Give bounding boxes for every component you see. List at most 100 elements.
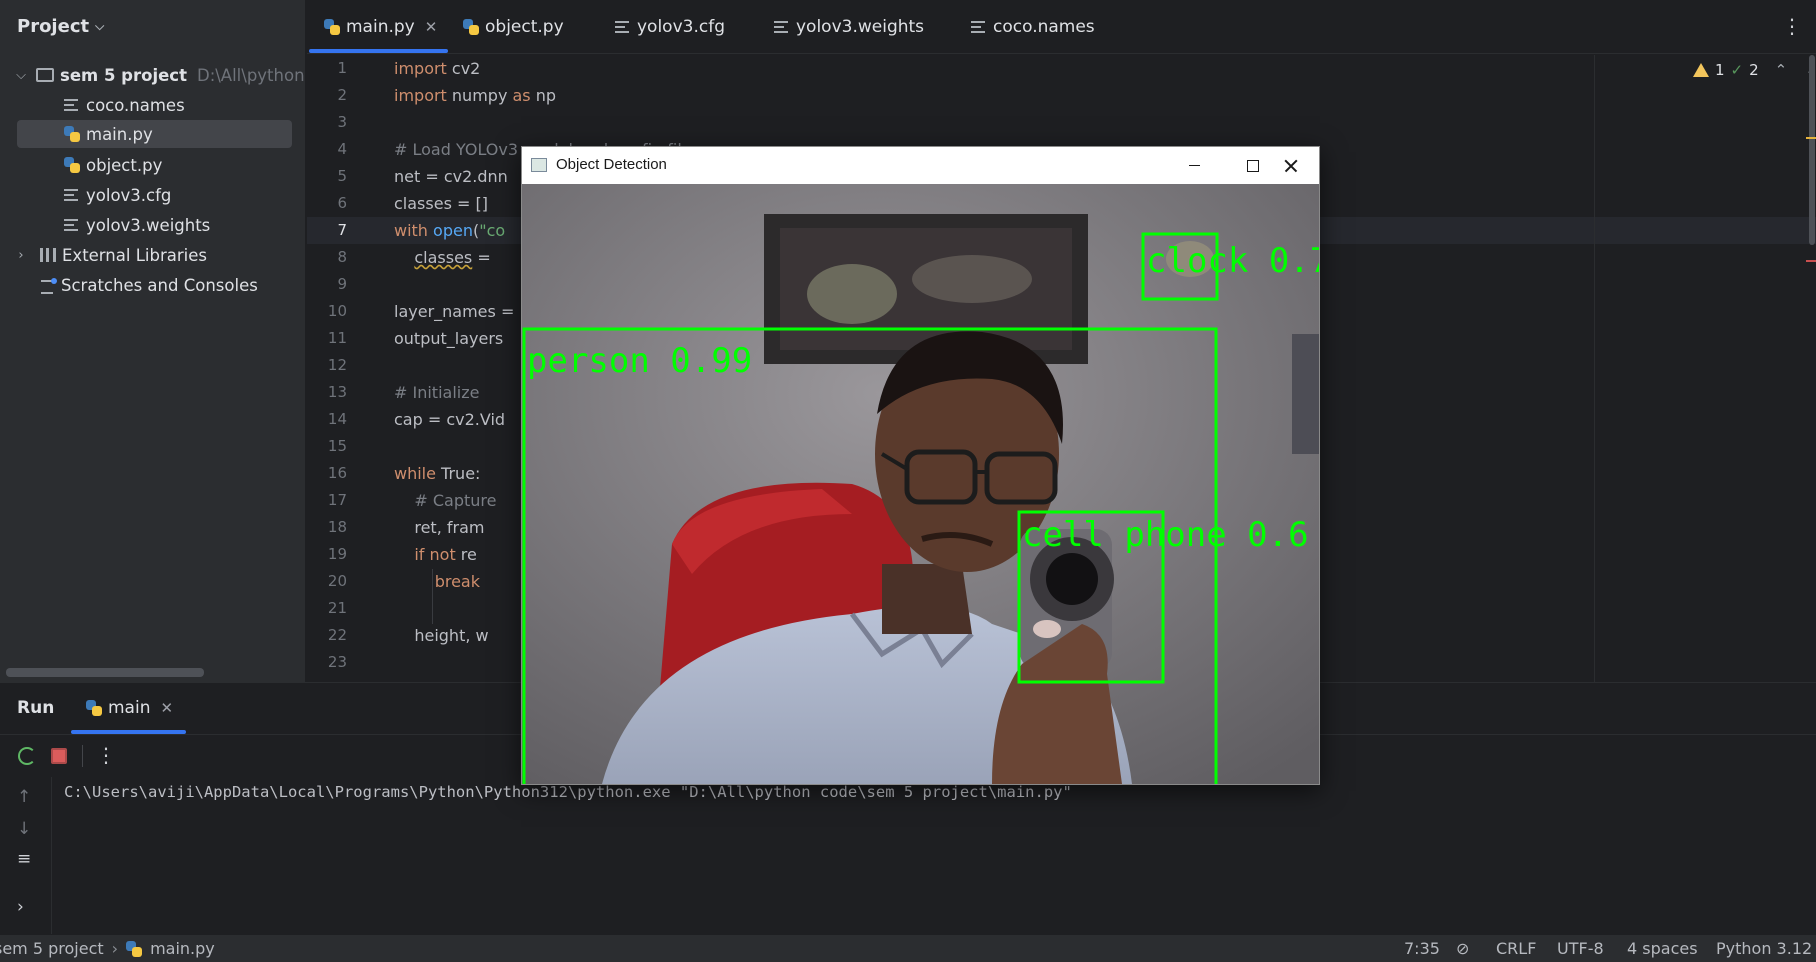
tree-item-yolov3-weights[interactable]: yolov3.weights xyxy=(64,211,210,239)
line-number[interactable]: 20 xyxy=(307,568,347,595)
code-line-17[interactable]: # Capture xyxy=(394,487,496,514)
tree-item-yolov3-cfg[interactable]: yolov3.cfg xyxy=(64,181,171,209)
python-file-icon xyxy=(64,126,80,142)
chevron-right-icon[interactable]: › xyxy=(14,248,28,263)
line-number[interactable]: 11 xyxy=(307,325,347,352)
stop-icon[interactable] xyxy=(51,748,67,764)
file-encoding[interactable]: UTF-8 xyxy=(1557,939,1604,958)
code-line-11[interactable]: output_layers xyxy=(394,325,503,352)
close-icon[interactable]: ✕ xyxy=(425,18,438,36)
editor-margin-divider xyxy=(1594,55,1595,682)
camera-frame-image: clock 0.7 person 0.99 cell phone 0.6 xyxy=(522,184,1319,784)
weak-warning-icon: ✓ xyxy=(1730,61,1744,79)
line-number[interactable]: 14 xyxy=(307,406,347,433)
code-line-13[interactable]: # Initialize xyxy=(394,379,479,406)
keyword: while xyxy=(394,464,436,483)
line-number[interactable]: 12 xyxy=(307,352,347,379)
line-number[interactable]: 18 xyxy=(307,514,347,541)
object-detection-window[interactable]: Object Detection clock 0.7 person 0.99 c… xyxy=(521,146,1320,785)
tab-yolov3-cfg[interactable]: yolov3.cfg xyxy=(615,0,725,54)
keyword: with xyxy=(394,221,428,240)
close-icon[interactable]: ✕ xyxy=(160,699,173,717)
tree-external-libraries[interactable]: › External Libraries xyxy=(14,241,207,269)
line-number[interactable]: 5 xyxy=(307,163,347,190)
caret-position[interactable]: 7:35 xyxy=(1404,939,1440,958)
eye-off-icon[interactable]: ⊘ xyxy=(1456,939,1469,958)
tab-object-py[interactable]: object.py xyxy=(463,0,564,54)
more-vertical-icon[interactable]: ⋮ xyxy=(1782,14,1802,38)
line-number[interactable]: 7 xyxy=(307,217,347,244)
detection-label-person: person 0.99 xyxy=(527,341,752,381)
external-libraries-label: External Libraries xyxy=(62,245,207,265)
warning-marker[interactable] xyxy=(1806,137,1816,139)
python-file-icon xyxy=(86,700,102,716)
close-button[interactable] xyxy=(1261,147,1319,184)
python-interpreter[interactable]: Python 3.12 xyxy=(1716,939,1812,958)
line-number[interactable]: 17 xyxy=(307,487,347,514)
chevron-right-icon[interactable]: › xyxy=(17,897,24,917)
line-number[interactable]: 1 xyxy=(307,55,347,82)
code-line-6[interactable]: classes = [] xyxy=(394,190,488,217)
code-text: np xyxy=(530,86,557,105)
code-line-8[interactable]: classes = xyxy=(394,244,490,271)
tree-item-coco-names[interactable]: coco.names xyxy=(64,91,185,119)
editor-tab-bar: main.py ✕ object.py yolov3.cfg yolov3.we… xyxy=(307,0,1816,54)
arrow-up-icon[interactable]: ↑ xyxy=(17,787,31,807)
tab-main-py[interactable]: main.py ✕ xyxy=(324,0,437,54)
line-number[interactable]: 13 xyxy=(307,379,347,406)
tree-root-folder[interactable]: ⌵ sem 5 project D:\All\python co xyxy=(14,61,329,89)
line-number[interactable]: 8 xyxy=(307,244,347,271)
code-line-22[interactable]: height, w xyxy=(394,622,488,649)
breadcrumb-project[interactable]: sem 5 project xyxy=(0,939,104,958)
line-number[interactable]: 4 xyxy=(307,136,347,163)
line-number[interactable]: 6 xyxy=(307,190,347,217)
chevron-up-icon[interactable]: ⌃ xyxy=(1775,61,1788,79)
tab-coco-names[interactable]: coco.names xyxy=(971,0,1095,54)
code-line-2[interactable]: import numpy as np xyxy=(394,82,556,109)
code-text: re xyxy=(455,545,477,564)
keyword: import xyxy=(394,59,447,78)
code-line-14[interactable]: cap = cv2.Vid xyxy=(394,406,505,433)
code-line-10[interactable]: layer_names = xyxy=(394,298,514,325)
tree-item-main-py[interactable]: main.py xyxy=(17,120,292,148)
code-line-5[interactable]: net = cv2.dnn xyxy=(394,163,508,190)
code-line-16[interactable]: while True: xyxy=(394,460,480,487)
line-number[interactable]: 21 xyxy=(307,595,347,622)
line-number[interactable]: 2 xyxy=(307,82,347,109)
code-line-1[interactable]: import cv2 xyxy=(394,55,480,82)
more-vertical-icon[interactable]: ⋮ xyxy=(96,743,116,767)
soft-wrap-icon[interactable]: ≡ xyxy=(17,849,31,869)
line-number[interactable]: 23 xyxy=(307,649,347,676)
arrow-down-icon[interactable]: ↓ xyxy=(17,819,31,839)
window-titlebar[interactable]: Object Detection xyxy=(522,147,1319,184)
line-separator[interactable]: CRLF xyxy=(1496,939,1536,958)
minimize-button[interactable] xyxy=(1165,147,1223,184)
indent-setting[interactable]: 4 spaces xyxy=(1627,939,1698,958)
chevron-down-icon[interactable]: ⌵ xyxy=(14,68,28,83)
code-line-19[interactable]: if not re xyxy=(394,541,477,568)
editor-vertical-scrollbar[interactable] xyxy=(1809,55,1815,245)
code-line-18[interactable]: ret, fram xyxy=(394,514,484,541)
code-line-20[interactable]: break xyxy=(394,568,480,595)
line-number[interactable]: 22 xyxy=(307,622,347,649)
error-marker[interactable] xyxy=(1806,260,1816,262)
active-run-tab-indicator xyxy=(71,730,186,734)
line-number[interactable]: 16 xyxy=(307,460,347,487)
inspection-widget[interactable]: 1 ✓ 2 ⌃ ⌄ xyxy=(1693,61,1816,79)
breadcrumb-file[interactable]: main.py xyxy=(150,939,215,958)
project-view-selector[interactable]: Project ⌵ xyxy=(17,16,104,37)
line-number[interactable]: 3 xyxy=(307,109,347,136)
line-number[interactable]: 19 xyxy=(307,541,347,568)
line-number[interactable]: 9 xyxy=(307,271,347,298)
code-line-7[interactable]: with open("co xyxy=(394,217,505,244)
line-number[interactable]: 15 xyxy=(307,433,347,460)
rerun-icon[interactable] xyxy=(18,747,36,765)
project-horizontal-scrollbar[interactable] xyxy=(6,668,204,677)
line-number[interactable]: 10 xyxy=(307,298,347,325)
tab-label: main.py xyxy=(346,17,415,37)
run-tab-main[interactable]: main ✕ xyxy=(86,698,173,718)
tree-item-object-py[interactable]: object.py xyxy=(64,151,162,179)
tab-yolov3-weights[interactable]: yolov3.weights xyxy=(774,0,924,54)
tree-scratches-consoles[interactable]: Scratches and Consoles xyxy=(41,271,258,299)
phone-camera-lens xyxy=(1046,553,1098,605)
